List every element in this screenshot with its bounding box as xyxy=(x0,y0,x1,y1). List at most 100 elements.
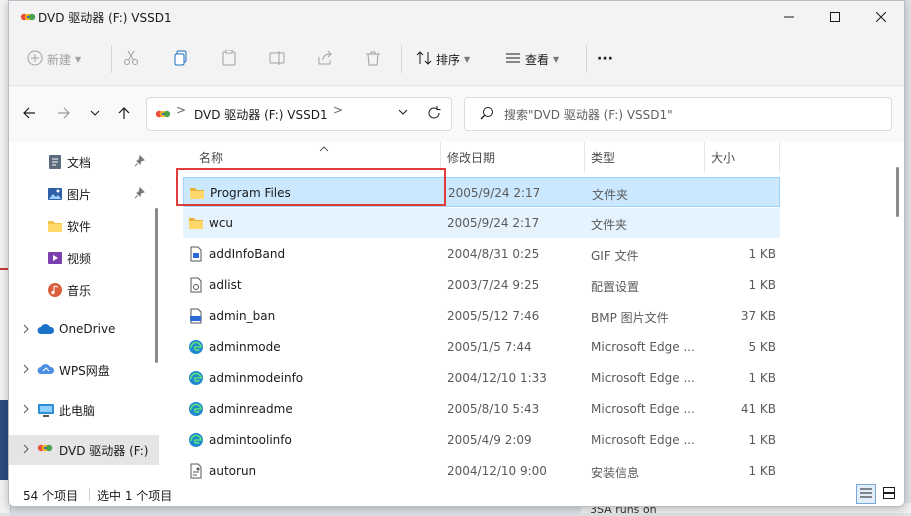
details-view-button[interactable] xyxy=(856,484,876,504)
sidebar-item-wps-drive[interactable]: WPS网盘 xyxy=(9,355,159,385)
folder-icon xyxy=(188,215,204,231)
sidebar-item-documents[interactable]: 文档 xyxy=(9,147,159,177)
divider xyxy=(89,488,90,501)
chevron-right-icon[interactable] xyxy=(21,443,31,457)
chevron-right-icon[interactable] xyxy=(21,363,31,377)
details-view-icon xyxy=(860,487,872,502)
chevron-right-icon[interactable] xyxy=(21,323,31,337)
up-button[interactable] xyxy=(114,104,134,124)
more-options-button[interactable]: ··· xyxy=(597,47,613,71)
copy-icon xyxy=(173,50,189,69)
close-button[interactable] xyxy=(858,1,904,33)
arrow-right-icon xyxy=(57,106,71,123)
search-icon xyxy=(480,106,494,123)
file-modified: 2003/7/24 9:25 xyxy=(447,278,540,292)
sidebar-item-label: 音乐 xyxy=(67,284,92,298)
column-header-type[interactable]: 类型 xyxy=(591,142,615,172)
videos-icon xyxy=(47,250,63,266)
address-history-button[interactable] xyxy=(398,106,408,120)
sidebar-item-label: DVD 驱动器 (F:) xyxy=(59,444,149,458)
share-button[interactable] xyxy=(317,47,333,71)
view-button[interactable]: 查看 ▼ xyxy=(505,47,559,71)
file-modified: 2005/8/10 5:43 xyxy=(447,402,540,416)
sort-icon xyxy=(416,50,432,69)
arrow-up-icon xyxy=(117,106,131,123)
file-modified: 2005/9/24 2:17 xyxy=(447,216,540,230)
table-row[interactable]: admintoolinfo 2005/4/9 2:09 Microsoft Edge… xyxy=(183,425,780,455)
paste-button[interactable] xyxy=(221,47,237,71)
sidebar-item-label: WPS网盘 xyxy=(59,364,110,378)
table-row[interactable]: adlist 2003/7/24 9:25 配置设置 1 KB xyxy=(183,270,780,300)
chevron-right-icon[interactable] xyxy=(21,403,31,417)
new-label: 新建 xyxy=(47,52,72,67)
back-button[interactable] xyxy=(19,104,39,124)
sort-label: 排序 xyxy=(436,52,461,67)
selection-count: 选中 1 个项目 xyxy=(97,489,173,503)
divider xyxy=(586,45,587,73)
pictures-icon xyxy=(47,186,63,202)
file-name: autorun xyxy=(209,464,257,478)
tiles-view-icon xyxy=(883,486,895,502)
copy-button[interactable] xyxy=(173,47,189,71)
cloud-icon xyxy=(37,362,55,378)
content-scrollbar[interactable] xyxy=(896,167,899,217)
sort-button[interactable]: 排序 ▼ xyxy=(416,47,470,71)
plus-icon xyxy=(27,50,43,69)
table-row[interactable]: adminmodeinfo 2004/12/10 1:33 Microsoft Ed… xyxy=(183,363,780,393)
file-size: 1 KB xyxy=(748,278,776,292)
search-field[interactable]: 搜索"DVD 驱动器 (F:) VSSD1" xyxy=(464,97,892,131)
sidebar-item-label: 文档 xyxy=(67,156,92,170)
file-modified: 2005/1/5 7:44 xyxy=(447,340,532,354)
column-divider[interactable] xyxy=(584,142,585,172)
navigation-scrollbar[interactable] xyxy=(155,208,158,363)
setup-info-icon xyxy=(188,463,204,479)
tiles-view-button[interactable] xyxy=(879,484,899,504)
file-type: Microsoft Edge ... xyxy=(591,371,695,385)
music-icon xyxy=(47,282,63,298)
address-bar[interactable]: > DVD 驱动器 (F:) VSSD1 > xyxy=(146,97,452,131)
refresh-icon[interactable] xyxy=(427,106,441,123)
edge-icon xyxy=(188,432,204,448)
minimize-button[interactable] xyxy=(766,1,812,33)
breadcrumb-separator[interactable]: > xyxy=(333,103,343,117)
table-row[interactable]: admin_ban 2005/5/12 7:46 BMP 图片文件 37 KB xyxy=(183,301,780,331)
file-type: BMP 图片文件 xyxy=(591,311,669,325)
window-title: DVD 驱动器 (F:) VSSD1 xyxy=(38,11,172,25)
sidebar-item-pictures[interactable]: 图片 xyxy=(9,179,159,209)
new-button[interactable]: 新建 ▼ xyxy=(27,47,81,71)
rename-icon xyxy=(269,50,285,69)
column-header-modified[interactable]: 修改日期 xyxy=(447,142,495,172)
file-type: 安装信息 xyxy=(591,466,640,480)
delete-button[interactable] xyxy=(365,47,381,71)
sidebar-item-music[interactable]: 音乐 xyxy=(9,275,159,305)
title-bar: DVD 驱动器 (F:) VSSD1 xyxy=(9,1,904,33)
sidebar-item-this-pc[interactable]: 此电脑 xyxy=(9,395,159,425)
column-divider[interactable] xyxy=(704,142,705,172)
file-name: addInfoBand xyxy=(209,247,286,261)
breadcrumb-current[interactable]: DVD 驱动器 (F:) VSSD1 xyxy=(194,106,328,123)
chevron-down-icon xyxy=(90,107,100,121)
sidebar-item-videos[interactable]: 视频 xyxy=(9,243,159,273)
column-divider[interactable] xyxy=(779,142,780,172)
navigation-row: > DVD 驱动器 (F:) VSSD1 > 搜索"DVD 驱动器 (F:) V… xyxy=(9,86,904,142)
table-row[interactable]: wcu 2005/9/24 2:17 文件夹 xyxy=(183,208,780,238)
column-header-size[interactable]: 大小 xyxy=(711,142,735,172)
cut-button[interactable] xyxy=(123,47,139,71)
forward-button[interactable] xyxy=(54,104,74,124)
table-row[interactable]: adminmode 2005/1/5 7:44 Microsoft Edge ...… xyxy=(183,332,780,362)
rename-button[interactable] xyxy=(269,47,285,71)
file-size: 1 KB xyxy=(748,433,776,447)
table-row[interactable]: addInfoBand 2004/8/31 0:25 GIF 文件 1 KB xyxy=(183,239,780,269)
file-size: 5 KB xyxy=(748,340,776,354)
sidebar-item-dvd-drive[interactable]: DVD 驱动器 (F:) xyxy=(9,435,159,465)
file-type: 配置设置 xyxy=(591,280,640,294)
maximize-button[interactable] xyxy=(812,1,858,33)
sidebar-item-onedrive[interactable]: OneDrive xyxy=(9,315,159,345)
file-name: wcu xyxy=(209,216,234,230)
sidebar-item-label: 软件 xyxy=(67,220,92,234)
file-name: adlist xyxy=(209,278,242,292)
arrow-left-icon xyxy=(22,106,36,123)
sidebar-item-software[interactable]: 软件 xyxy=(9,211,159,241)
table-row[interactable]: adminreadme 2005/8/10 5:43 Microsoft Edge … xyxy=(183,394,780,424)
recent-locations-button[interactable] xyxy=(85,104,105,124)
